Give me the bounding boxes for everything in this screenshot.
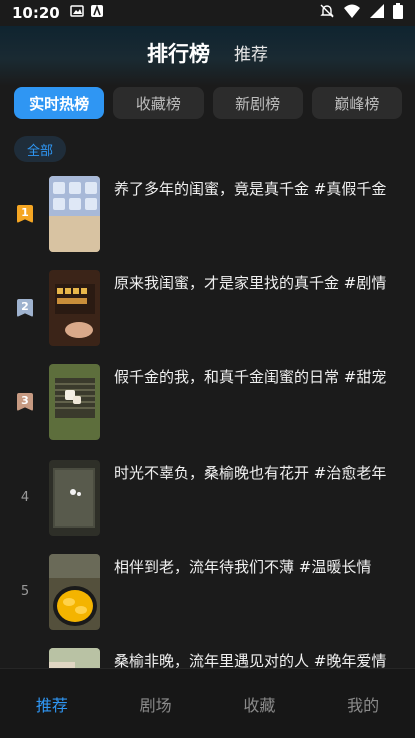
list-item[interactable]: 1 养了多年的闺蜜，竟是真千金 #真假千金: [0, 166, 415, 252]
drama-title: 原来我闺蜜，才是家里找的真千金 #剧情: [114, 274, 387, 292]
tab-favorites[interactable]: 收藏榜: [113, 87, 204, 119]
thumbnail: [49, 554, 100, 630]
nav-recommend[interactable]: 推荐: [0, 669, 104, 738]
drama-title: 假千金的我，和真千金闺蜜的日常 #甜宠: [114, 368, 387, 386]
status-time: 10:20: [12, 4, 60, 22]
list-item[interactable]: 4 时光不辜负，桑榆晚也有花开 #治愈老年: [0, 450, 415, 536]
drama-title: 时光不辜负，桑榆晚也有花开 #治愈老年: [114, 464, 387, 482]
list-item[interactable]: 3 假千金的我，和真千金闺蜜的日常 #甜宠: [0, 354, 415, 440]
wifi-icon: [343, 3, 361, 23]
rank-badge-bronze: 3: [17, 393, 33, 411]
drama-title: 养了多年的闺蜜，竟是真千金 #真假千金: [114, 180, 387, 198]
rank-number: 4: [20, 489, 30, 505]
drama-title: 相伴到老，流年待我们不薄 #温暖长情: [114, 558, 372, 576]
ranking-tabs: 实时热榜 收藏榜 新剧榜 巅峰榜: [14, 87, 402, 119]
thumbnail: [49, 176, 100, 252]
status-bar: 10:20: [0, 0, 415, 26]
page-header: 排行榜 推荐: [0, 26, 415, 86]
image-notification-icon: [70, 4, 84, 22]
list-item[interactable]: 桑榆非晚，流年里遇见对的人 #晚年爱情: [0, 638, 415, 668]
tab-realtime-hot[interactable]: 实时热榜: [14, 87, 105, 119]
header-recommend-link[interactable]: 推荐: [234, 40, 268, 65]
signal-icon: [369, 3, 385, 23]
rank-number: 5: [20, 583, 30, 599]
ranking-list: 1 养了多年的闺蜜，竟是真千金 #真假千金 2 原来我闺蜜，才是家里找的真千金 …: [0, 166, 415, 668]
nav-favorites[interactable]: 收藏: [208, 669, 312, 738]
drama-title: 桑榆非晚，流年里遇见对的人 #晚年爱情: [114, 652, 387, 668]
battery-icon: [393, 3, 403, 23]
bottom-nav: 推荐 剧场 收藏 我的: [0, 668, 415, 738]
rank-badge-gold: 1: [17, 205, 33, 223]
thumbnail: [49, 648, 100, 668]
page-title: 排行榜: [147, 42, 210, 66]
list-item[interactable]: 5 相伴到老，流年待我们不薄 #温暖长情: [0, 544, 415, 630]
thumbnail: [49, 270, 100, 346]
tab-new-dramas[interactable]: 新剧榜: [212, 87, 303, 119]
thumbnail: [49, 460, 100, 536]
mute-icon: [319, 3, 335, 23]
list-item[interactable]: 2 原来我闺蜜，才是家里找的真千金 #剧情: [0, 260, 415, 346]
tab-peak[interactable]: 巅峰榜: [311, 87, 402, 119]
filter-chip-all[interactable]: 全部: [14, 136, 66, 162]
app-notification-icon: [90, 4, 104, 22]
nav-theater[interactable]: 剧场: [104, 669, 208, 738]
thumbnail: [49, 364, 100, 440]
nav-profile[interactable]: 我的: [311, 669, 415, 738]
rank-badge-silver: 2: [17, 299, 33, 317]
